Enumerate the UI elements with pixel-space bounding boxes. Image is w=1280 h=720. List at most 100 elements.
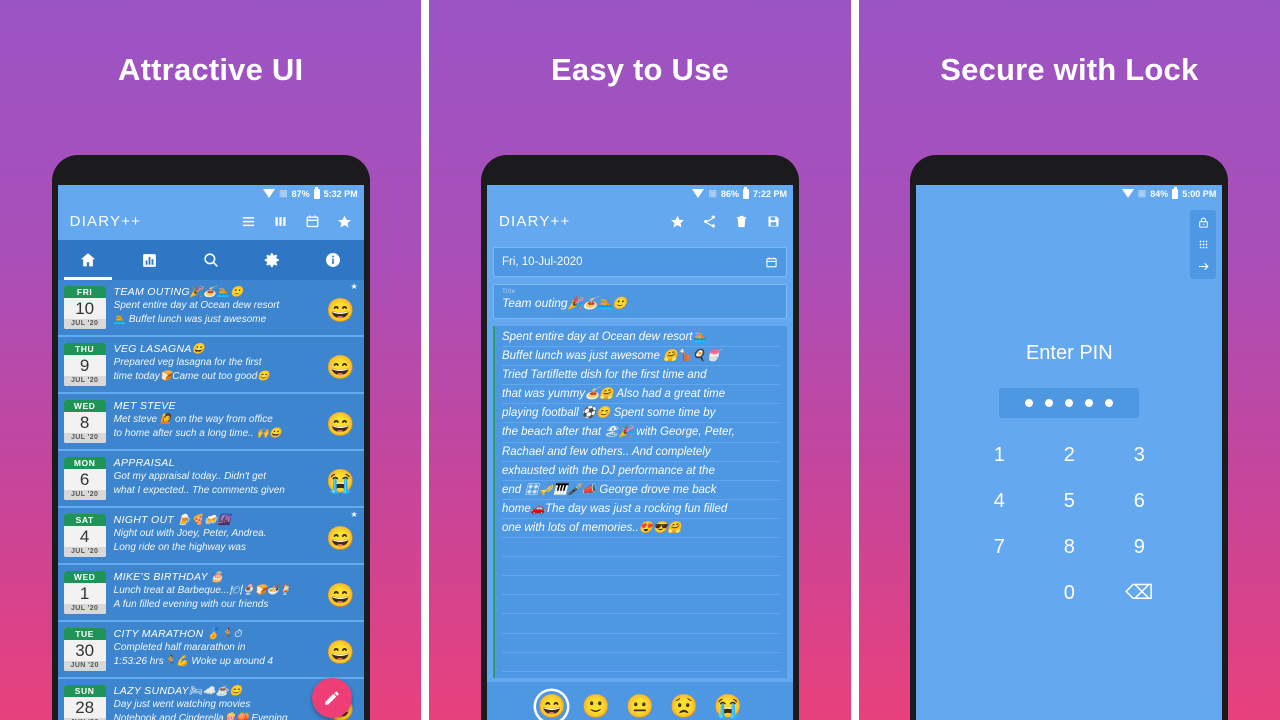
body-line: exhausted with the DJ performance at the <box>501 462 781 481</box>
key-2[interactable]: 2 <box>1034 442 1104 468</box>
home-icon <box>79 251 97 269</box>
body-line: Tried Tartiflette dish for the first tim… <box>501 366 781 386</box>
tab-home[interactable] <box>58 240 119 280</box>
date-chip: TUE 30 JUN '20 <box>63 628 106 671</box>
entry-text: MET STEVE Met steve 🙋 on the way from of… <box>106 399 324 441</box>
sim-icon: ▣ <box>708 188 717 198</box>
arrow-right-icon[interactable] <box>1197 260 1210 273</box>
panel-attractive-ui: Attractive UI ▣ 87% 5:32 PM DIARY++ FRI … <box>0 0 422 720</box>
phone-screen: ▣ 87% 5:32 PM DIARY++ FRI 10 JUL '20 TEA… <box>57 185 364 720</box>
body-line: the beach after that 🏖🎉 with George, Pet… <box>501 423 781 443</box>
list-item[interactable]: TUE 30 JUN '20 CITY MARATHON 🏅🏃⏱ Complet… <box>57 622 364 679</box>
panel-easy-to-use: Easy to Use ▣ 86% 7:22 PM DIARY++ Fri, 1… <box>429 0 851 720</box>
tab-stats[interactable] <box>119 240 180 280</box>
entry-line-1: Lunch treat at Barbeque...🍽🍨🍞🍜🍹 <box>113 585 292 596</box>
battery-icon <box>313 186 320 199</box>
pin-dot <box>1025 399 1034 407</box>
list-item[interactable]: SAT 4 JUL '20 NIGHT OUT 🍺🍕🍻🌆 Night out w… <box>57 508 364 565</box>
mood-crying[interactable]: 😭 <box>712 691 743 720</box>
tab-search[interactable] <box>180 240 241 280</box>
mood-very-happy[interactable]: 😄 <box>536 691 567 720</box>
battery-percent: 87% <box>291 188 310 199</box>
entry-text: CITY MARATHON 🏅🏃⏱ Completed half mararat… <box>106 627 324 669</box>
body-line-empty <box>501 538 781 558</box>
key-3[interactable]: 3 <box>1104 442 1174 468</box>
date-chip: SUN 28 JUN '20 <box>63 685 106 720</box>
backspace-icon[interactable]: ⌫ <box>1104 580 1174 606</box>
tab-info[interactable] <box>302 240 363 280</box>
body-line-empty <box>501 595 781 615</box>
lock-toolbar <box>1190 210 1217 279</box>
key-6[interactable]: 6 <box>1104 488 1174 514</box>
date-chip-day: 9 <box>79 356 90 375</box>
key-1[interactable]: 1 <box>964 442 1034 468</box>
chart-icon <box>141 252 158 269</box>
lock-screen: Enter PIN 1 2 3 4 5 6 7 8 9 0 ⌫ <box>916 202 1223 720</box>
body-line: that was yummy🍝🤗 Also had a great time <box>501 385 781 405</box>
list-item[interactable]: THU 9 JUL '20 VEG LASAGNA😀 Prepared veg … <box>57 337 364 394</box>
list-item[interactable]: WED 1 JUL '20 MIKE'S BIRTHDAY 🎂 Lunch tr… <box>57 565 364 622</box>
date-chip: MON 6 JUL '20 <box>63 457 106 500</box>
date-chip-day: 4 <box>79 527 90 546</box>
list-item[interactable]: WED 8 JUL '20 MET STEVE Met steve 🙋 on t… <box>57 394 364 451</box>
status-time: 7:22 PM <box>752 188 787 199</box>
title-input[interactable]: Team outing🎉🍝🏊🙂 <box>502 295 778 312</box>
calendar-icon[interactable] <box>305 214 320 229</box>
date-value: Fri, 10-Jul-2020 <box>501 256 583 268</box>
trash-icon[interactable] <box>734 214 749 229</box>
body-input[interactable]: Spent entire day at Ocean dew resort🏊 Bu… <box>492 326 787 678</box>
date-chip-day: 8 <box>79 413 90 432</box>
date-field[interactable]: Fri, 10-Jul-2020 <box>492 247 787 277</box>
date-chip-month: JUL '20 <box>63 547 106 557</box>
entry-mood-emoji: 😭 <box>326 468 355 494</box>
tab-settings[interactable] <box>241 240 302 280</box>
body-line-empty <box>501 634 781 653</box>
entry-list[interactable]: FRI 10 JUL '20 TEAM OUTING🎉🍝🏊🙂 Spent ent… <box>57 280 364 720</box>
list-icon[interactable] <box>241 214 256 229</box>
pin-display[interactable] <box>999 388 1140 418</box>
star-icon[interactable] <box>670 214 685 229</box>
key-7[interactable]: 7 <box>964 534 1034 560</box>
phone-screen: ▣ 84% 5:00 PM Enter PIN 1 2 3 4 5 6 7 8 … <box>916 185 1223 720</box>
mood-sad[interactable]: 😟 <box>668 691 699 720</box>
pin-dot <box>1085 399 1094 407</box>
entry-line-1: Day just went watching movies <box>113 699 251 710</box>
body-line-empty <box>501 576 781 596</box>
date-chip: WED 1 JUL '20 <box>63 571 106 614</box>
body-line: one with lots of memories..😍😎🤗 <box>501 519 781 539</box>
columns-icon[interactable] <box>273 214 288 229</box>
share-icon[interactable] <box>702 214 717 229</box>
star-icon[interactable] <box>337 214 352 229</box>
entry-line-2: A fun filled evening with our friends <box>113 599 269 610</box>
keypad-grid-icon[interactable] <box>1197 238 1210 251</box>
title-field[interactable]: Title Team outing🎉🍝🏊🙂 <box>492 284 787 319</box>
date-chip-dow: TUE <box>63 628 106 640</box>
entry-mood-emoji: 😄 <box>326 411 355 437</box>
phone-frame: ▣ 86% 7:22 PM DIARY++ Fri, 10-Jul-2020 T… <box>480 155 799 720</box>
entry-title: NIGHT OUT 🍺🍕🍻🌆 <box>113 514 231 526</box>
date-chip-month: JUL '20 <box>63 490 106 500</box>
key-0[interactable]: 0 <box>1034 580 1104 606</box>
app-bar: DIARY++ <box>486 202 793 240</box>
lock-icon[interactable] <box>1197 216 1210 229</box>
key-8[interactable]: 8 <box>1034 534 1104 560</box>
list-item[interactable]: MON 6 JUL '20 APPRAISAL Got my appraisal… <box>57 451 364 508</box>
entry-title: VEG LASAGNA😀 <box>113 343 206 355</box>
entry-title: CITY MARATHON 🏅🏃⏱ <box>113 628 242 640</box>
mood-happy[interactable]: 🙂 <box>580 691 611 720</box>
entry-title: MIKE'S BIRTHDAY 🎂 <box>113 571 225 583</box>
date-chip-day: 6 <box>79 470 90 489</box>
entry-editor: Fri, 10-Jul-2020 Title Team outing🎉🍝🏊🙂 S… <box>486 240 793 720</box>
new-entry-fab[interactable] <box>311 678 352 718</box>
key-4[interactable]: 4 <box>964 488 1034 514</box>
status-time: 5:00 PM <box>1182 188 1217 199</box>
key-5[interactable]: 5 <box>1034 488 1104 514</box>
calendar-icon[interactable] <box>765 256 778 269</box>
entry-line-2: time today🍞Came out too good😊 <box>113 371 270 382</box>
key-9[interactable]: 9 <box>1104 534 1174 560</box>
mood-neutral[interactable]: 😐 <box>624 691 655 720</box>
enter-pin-heading: Enter PIN <box>1025 342 1113 364</box>
list-item[interactable]: FRI 10 JUL '20 TEAM OUTING🎉🍝🏊🙂 Spent ent… <box>57 280 364 337</box>
save-icon[interactable] <box>766 214 781 229</box>
entry-line-1: Met steve 🙋 on the way from office <box>113 414 273 425</box>
